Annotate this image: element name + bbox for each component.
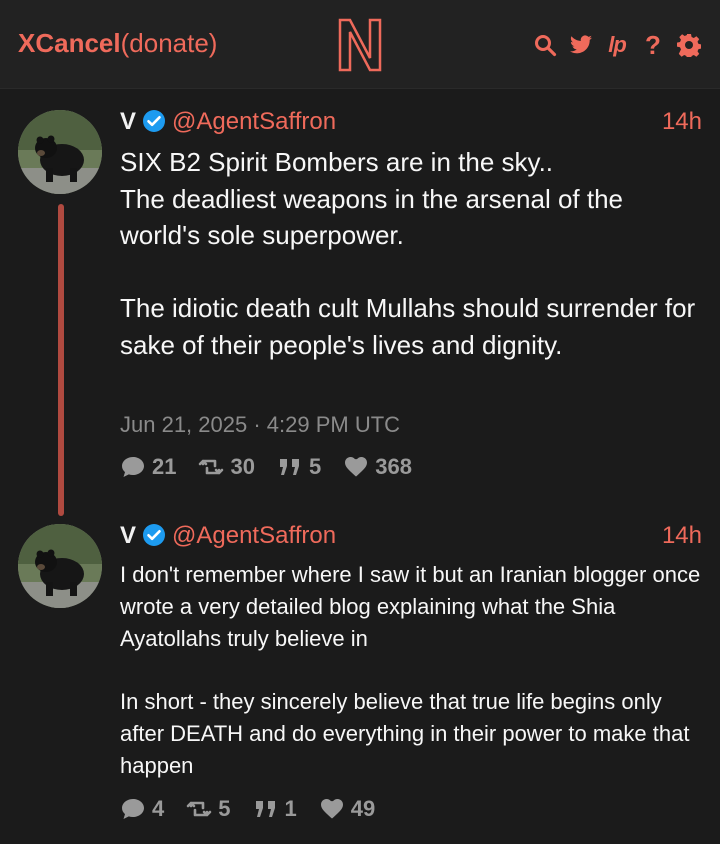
retweet-count: 5 xyxy=(218,796,231,821)
tweet-text: SIX B2 Spirit Bombers are in the sky.. T… xyxy=(120,147,696,360)
user-display-name[interactable]: V xyxy=(120,108,136,135)
like-count: 368 xyxy=(375,454,412,479)
verified-badge-icon xyxy=(142,523,166,554)
quote-count: 5 xyxy=(308,454,322,479)
reply-stat[interactable]: 4 xyxy=(120,796,164,822)
logo-n-icon xyxy=(338,18,382,72)
verified-badge-icon xyxy=(142,109,166,140)
tweet-text: I don't remember where I saw it but an I… xyxy=(120,562,701,778)
avatar[interactable] xyxy=(18,110,102,194)
tweet-header: V @AgentSaffron 14h xyxy=(120,522,702,552)
nitter-logo[interactable] xyxy=(336,18,384,72)
retweet-count: 30 xyxy=(230,454,255,479)
tweet-header: V @AgentSaffron 14h xyxy=(120,108,702,138)
heart-icon xyxy=(345,457,368,477)
help-icon[interactable]: ? xyxy=(640,32,666,58)
reply-icon xyxy=(122,457,144,477)
help-text: ? xyxy=(645,30,661,60)
nav-icons: lp ? xyxy=(532,30,702,60)
thread-line xyxy=(58,204,64,516)
tweet-stats: 4 5 1 49 xyxy=(120,796,375,822)
retweet-stat[interactable]: 5 xyxy=(186,796,231,822)
bear-avatar-image xyxy=(18,524,102,608)
user-handle[interactable]: @AgentSaffron xyxy=(172,108,336,135)
heart-icon xyxy=(320,799,343,819)
quote-stat[interactable]: 1 xyxy=(253,796,297,822)
reply-count: 21 xyxy=(152,454,177,479)
bear-avatar-image xyxy=(18,110,102,194)
search-icon[interactable] xyxy=(532,32,558,58)
tweet[interactable]: V @AgentSaffron 14h SIX B2 Spirit Bombers… xyxy=(0,100,720,520)
lp-text: lp xyxy=(608,32,627,57)
brand[interactable]: XCancel(donate) xyxy=(18,26,217,60)
quote-stat[interactable]: 5 xyxy=(277,454,321,480)
user-display-name[interactable]: V xyxy=(120,522,136,549)
like-count: 49 xyxy=(350,796,376,821)
reply-icon xyxy=(122,799,144,819)
tweet-date[interactable]: Jun 21, 2025 · 4:29 PM UTC xyxy=(120,412,400,438)
brand-name[interactable]: XCancel xyxy=(18,28,121,58)
avatar[interactable] xyxy=(18,524,102,608)
gear-icon[interactable] xyxy=(676,32,702,58)
twitter-bird-icon[interactable] xyxy=(568,32,594,58)
tweet[interactable]: V @AgentSaffron 14h I don't remember wher… xyxy=(0,514,720,844)
retweet-icon xyxy=(199,459,224,475)
user-handle[interactable]: @AgentSaffron xyxy=(172,522,336,549)
tweet-stats: 21 30 5 368 xyxy=(120,454,412,480)
lp-icon[interactable]: lp xyxy=(604,32,630,58)
quote-icon xyxy=(255,801,275,817)
retweet-icon xyxy=(186,801,212,817)
quote-count: 1 xyxy=(284,796,297,821)
reply-count: 4 xyxy=(152,796,165,821)
top-bar: XCancel(donate) lp ? xyxy=(0,0,720,89)
retweet-stat[interactable]: 30 xyxy=(198,454,255,480)
reply-stat[interactable]: 21 xyxy=(120,454,176,480)
donate-link[interactable]: (donate) xyxy=(121,28,218,58)
tweet-time[interactable]: 14h xyxy=(662,108,702,136)
like-stat[interactable]: 368 xyxy=(343,454,412,480)
quote-icon xyxy=(279,459,299,475)
like-stat[interactable]: 49 xyxy=(319,796,375,822)
tweet-time[interactable]: 14h xyxy=(662,522,702,550)
